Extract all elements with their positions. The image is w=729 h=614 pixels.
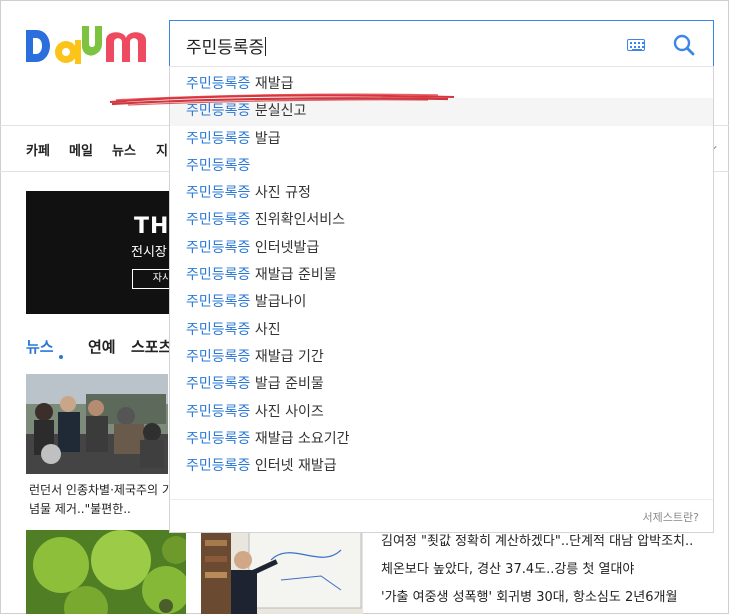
suggestion-item[interactable]: 주민등록증 발급나이 — [170, 289, 713, 316]
suggestion-item[interactable]: 주민등록증 사진 — [170, 317, 713, 344]
daum-logo[interactable] — [24, 22, 150, 68]
suggestion-keyword: 주민등록증 — [186, 130, 251, 147]
suggestion-item[interactable]: 주민등록증 재발급 소요기간 — [170, 426, 713, 453]
nav-item-news[interactable]: 뉴스 — [112, 140, 136, 159]
suggestion-rest: 사진 규정 — [250, 185, 311, 202]
text-caret — [265, 37, 267, 56]
suggestion-keyword: 주민등록증 — [186, 430, 251, 447]
banner-subtitle: 전시장 — [131, 245, 167, 260]
suggestion-item[interactable]: 주민등록증 재발급 기간 — [170, 344, 713, 371]
suggestion-footer: 서제스트란? — [170, 499, 713, 532]
search-input[interactable]: 주민등록증 — [186, 33, 267, 58]
suggestion-keyword: 주민등록증 — [186, 157, 251, 174]
suggestion-rest: 발급 — [250, 130, 281, 147]
suggestion-item[interactable]: 주민등록증 발급 — [170, 126, 713, 153]
suggestion-rest: 재발급 소요기간 — [250, 430, 350, 447]
suggestion-keyword: 주민등록증 — [186, 321, 251, 338]
suggestion-item[interactable]: 주민등록증 사진 사이즈 — [170, 399, 713, 426]
suggestion-keyword: 주민등록증 — [186, 294, 251, 311]
tab-news[interactable]: 뉴스 — [26, 336, 54, 357]
lecture-thumbnail[interactable] — [201, 530, 363, 614]
nav-item-mail[interactable]: 메일 — [69, 140, 93, 159]
search-icon[interactable] — [671, 32, 697, 58]
suggestion-rest: 재발급 기간 — [250, 348, 324, 365]
suggestion-rest: 사진 사이즈 — [250, 403, 324, 420]
headline-item[interactable]: 김여정 "죗값 정확히 계산하겠다"..단계적 대남 압박조치.. — [381, 532, 721, 560]
suggestion-list: 주민등록증 재발급 주민등록증 분실신고 주민등록증 발급 주민등록증 주민등록증 사진… — [170, 71, 713, 480]
suggest-help-link[interactable]: 서제스트란? — [643, 509, 699, 525]
suggestion-item[interactable]: 주민등록증 진위확인서비스 — [170, 207, 713, 234]
suggestion-keyword: 주민등록증 — [186, 267, 251, 284]
suggestion-item[interactable]: 주민등록증 재발급 준비물 — [170, 262, 713, 289]
fruit-thumbnail[interactable] — [26, 530, 186, 614]
suggestion-rest: 사진 — [250, 321, 281, 338]
news-photo[interactable] — [26, 374, 168, 474]
suggestion-keyword: 주민등록증 — [186, 458, 251, 475]
tab-entertainment[interactable]: 연예 — [88, 336, 116, 357]
suggestion-rest: 진위확인서비스 — [250, 212, 346, 229]
headline-item[interactable]: 체온보다 높았다, 경산 37.4도..강릉 첫 열대야 — [381, 560, 721, 588]
keyboard-icon[interactable] — [627, 39, 645, 51]
suggestion-item[interactable]: 주민등록증 사진 규정 — [170, 180, 713, 207]
nav-item-map[interactable]: 지 — [156, 140, 168, 159]
suggestion-keyword: 주민등록증 — [186, 185, 251, 202]
suggestion-rest: 분실신고 — [250, 103, 307, 120]
suggestion-keyword: 주민등록증 — [186, 76, 251, 92]
suggestion-rest: 발급 준비물 — [250, 376, 324, 393]
ad-banner[interactable]: THI 전시장 자시 — [26, 191, 176, 314]
suggestion-item[interactable]: 주민등록증 인터넷 재발급 — [170, 453, 713, 480]
suggestion-item[interactable]: 주민등록증 분실신고 — [170, 98, 713, 126]
nav-item-cafe[interactable]: 카페 — [26, 140, 50, 159]
suggestion-keyword: 주민등록증 — [186, 212, 251, 229]
suggestion-keyword: 주민등록증 — [186, 239, 251, 256]
suggestion-rest: 인터넷발급 — [250, 239, 320, 256]
suggestion-rest: 재발급 준비물 — [250, 267, 337, 284]
headline-list: 김여정 "죗값 정확히 계산하겠다"..단계적 대남 압박조치.. 체온보다 높았… — [381, 532, 721, 614]
news-caption[interactable]: 런던서 인종차별·제국주의 기념물 제거.."불편한.. — [29, 481, 175, 519]
suggestion-rest: 재발급 — [250, 76, 294, 92]
suggestion-keyword: 주민등록증 — [186, 376, 251, 393]
search-box[interactable]: 주민등록증 — [169, 20, 714, 67]
suggestion-item[interactable]: 주민등록증 인터넷발급 — [170, 235, 713, 262]
headline-item[interactable]: '가출 여중생 성폭행' 회귀병 30대, 항소심도 2년6개월 — [381, 588, 721, 614]
suggestion-keyword: 주민등록증 — [186, 103, 251, 120]
suggestion-rest: 발급나이 — [250, 294, 307, 311]
suggestion-item[interactable]: 주민등록증 — [170, 153, 713, 180]
suggestion-keyword: 주민등록증 — [186, 403, 251, 420]
suggestion-dropdown: 주민등록증 재발급 주민등록증 분실신고 주민등록증 발급 주민등록증 주민등록증 사진… — [169, 66, 714, 533]
tab-sports[interactable]: 스포츠 — [131, 336, 172, 357]
suggestion-item[interactable]: 주민등록증 재발급 — [170, 71, 713, 98]
suggestion-item[interactable]: 주민등록증 발급 준비물 — [170, 371, 713, 398]
suggestion-rest: 인터넷 재발급 — [250, 458, 337, 475]
suggestion-keyword: 주민등록증 — [186, 348, 251, 365]
